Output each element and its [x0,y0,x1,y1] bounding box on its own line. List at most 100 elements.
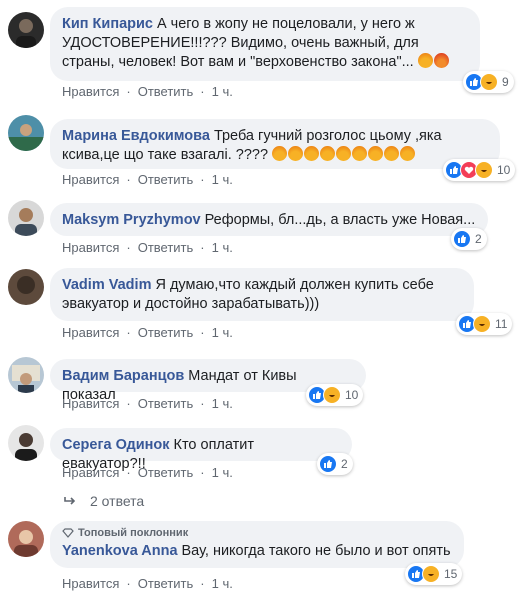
angry-emoji-icon [336,146,352,161]
reaction-count: 2 [475,232,482,246]
reply-link[interactable]: Ответить [138,325,194,340]
comment-actions: Нравится · Ответить · 1 ч. [62,325,233,340]
comment-bubble: Марина Евдокимова Треба гучний розголос ц… [50,119,500,169]
like-link[interactable]: Нравится [62,325,119,340]
angry-emoji-icon [320,146,336,161]
reply-link[interactable]: Ответить [138,465,194,480]
comment-author[interactable]: Yanenkova Anna [62,543,178,559]
avatar[interactable] [8,115,44,151]
timestamp[interactable]: 1 ч. [212,576,233,591]
reactions-summary[interactable]: 2 [451,228,487,250]
reaction-count: 9 [502,75,509,89]
like-reaction-icon [453,230,471,248]
like-link[interactable]: Нравится [62,172,119,187]
reply-link[interactable]: Ответить [138,172,194,187]
comment-bubble: Maksym Pryzhymov Реформы, бл...дь, а влас… [50,203,488,236]
angry-emoji-icon [384,146,400,161]
comment-text: Вау, никогда такого не было и вот опять [181,543,451,559]
comment-bubble: Vadim Vadim Я думаю,что каждый должен куп… [50,268,474,321]
haha-reaction-icon [480,73,498,91]
angry-emoji-row [272,146,416,163]
comment-bubble: Серега Одинок Кто оплатит евакуатор?!! [50,428,352,472]
diamond-icon [62,528,74,538]
comment-actions: Нравится · Ответить · 1 ч. [62,465,233,480]
angry-emoji-icon [417,53,433,68]
timestamp[interactable]: 1 ч. [212,396,233,411]
angry-emoji-icon [352,146,368,161]
separator: · [126,465,131,480]
reply-link[interactable]: Ответить [138,576,194,591]
timestamp[interactable]: 1 ч. [212,325,233,340]
like-link[interactable]: Нравится [62,576,119,591]
like-link[interactable]: Нравится [62,84,119,99]
reactions-summary[interactable]: 11 [456,313,513,335]
comment-author[interactable]: Вадим Баранцов [62,368,184,384]
comment-author[interactable]: Maksym Pryzhymov [62,212,201,228]
comment-author[interactable]: Кип Кипарис [62,16,153,32]
reply-link[interactable]: Ответить [138,240,194,255]
timestamp[interactable]: 1 ч. [212,465,233,480]
like-reaction-icon [319,455,337,473]
comment-actions: Нравится · Ответить · 1 ч. [62,240,233,255]
comment-bubble: Кип Кипарис А чего в жопу не поцеловали, … [50,7,480,81]
avatar[interactable] [8,12,44,48]
like-link[interactable]: Нравится [62,396,119,411]
reaction-count: 11 [495,317,508,331]
separator: · [126,396,131,411]
top-fan-badge: Топовый поклонник [62,526,452,540]
haha-reaction-icon [473,315,491,333]
reactions-summary[interactable]: 10 [306,384,364,406]
angry-emoji-icon [272,146,288,161]
separator: · [126,576,131,591]
timestamp[interactable]: 1 ч. [212,172,233,187]
reaction-count: 2 [341,457,348,471]
angry-emoji-icon [400,146,416,161]
replies-count-label[interactable]: 2 ответа [90,493,144,509]
view-replies-link[interactable]: 2 ответа [64,493,144,509]
comment-text: Реформы, бл...дь, а власть уже Новая... [204,212,476,228]
avatar[interactable] [8,269,44,305]
haha-reaction-icon [475,161,493,179]
reactions-summary[interactable]: 15 [405,563,463,585]
separator: · [126,325,131,340]
haha-reaction-icon [323,386,341,404]
reaction-count: 15 [444,567,458,581]
comment-author[interactable]: Марина Евдокимова [62,128,210,144]
like-link[interactable]: Нравится [62,240,119,255]
reactions-summary[interactable]: 2 [317,453,353,475]
comment-actions: Нравится · Ответить · 1 ч. [62,84,233,99]
separator: · [200,84,205,99]
reply-link[interactable]: Ответить [138,84,194,99]
comment-bubble: Топовый поклонник Yanenkova Anna Вау, ник… [50,521,464,568]
separator: · [126,84,131,99]
separator: · [200,465,205,480]
reply-arrow-icon [64,497,76,505]
separator: · [126,172,131,187]
angry-emoji-icon [304,146,320,161]
separator: · [126,240,131,255]
separator: · [200,325,205,340]
like-link[interactable]: Нравится [62,465,119,480]
comment-author[interactable]: Vadim Vadim [62,277,151,293]
reactions-summary[interactable]: 9 [463,71,514,93]
reaction-count: 10 [345,388,359,402]
avatar[interactable] [8,425,44,461]
comment-actions: Нравится · Ответить · 1 ч. [62,576,233,591]
avatar[interactable] [8,200,44,236]
comment-actions: Нравится · Ответить · 1 ч. [62,396,233,411]
separator: · [200,396,205,411]
avatar[interactable] [8,521,44,557]
timestamp[interactable]: 1 ч. [212,240,233,255]
reactions-summary[interactable]: 10 [443,159,516,181]
reaction-count: 10 [497,163,511,177]
reply-link[interactable]: Ответить [138,396,194,411]
timestamp[interactable]: 1 ч. [212,84,233,99]
separator: · [200,576,205,591]
rage-emoji-icon [433,53,449,68]
comment-author[interactable]: Серега Одинок [62,437,170,453]
badge-label: Топовый поклонник [78,527,189,539]
avatar[interactable] [8,357,44,393]
separator: · [200,172,205,187]
comment-actions: Нравится · Ответить · 1 ч. [62,172,233,187]
angry-emoji-icon [368,146,384,161]
